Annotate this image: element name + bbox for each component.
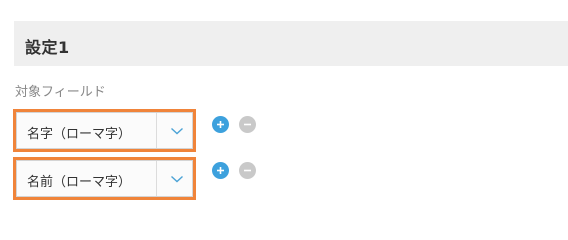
section-header: 設定1 [14,21,568,66]
settings-page: 設定1 対象フィールド 名字（ローマ字） 名前（ローマ字） [0,0,568,214]
select-divider [156,113,157,148]
field-select-row-1: 名字（ローマ字） [13,109,196,152]
chevron-down-icon[interactable] [170,126,184,136]
section-title: 設定1 [25,38,70,57]
add-row-button-1[interactable] [212,116,229,133]
plus-icon [217,167,224,174]
select-divider [156,161,157,196]
add-row-button-2[interactable] [212,162,229,179]
minus-icon [244,123,251,126]
field-select-2[interactable]: 名前（ローマ字） [16,160,193,197]
remove-row-button-1[interactable] [239,116,256,133]
field-select-row-2: 名前（ローマ字） [13,157,196,200]
minus-icon [244,169,251,172]
field-select-1[interactable]: 名字（ローマ字） [16,112,193,149]
plus-icon [217,121,224,128]
field-select-value: 名字（ローマ字） [27,127,132,142]
remove-row-button-2[interactable] [239,162,256,179]
target-field-label: 対象フィールド [15,85,106,100]
chevron-down-icon[interactable] [170,174,184,184]
field-select-value: 名前（ローマ字） [27,175,132,190]
